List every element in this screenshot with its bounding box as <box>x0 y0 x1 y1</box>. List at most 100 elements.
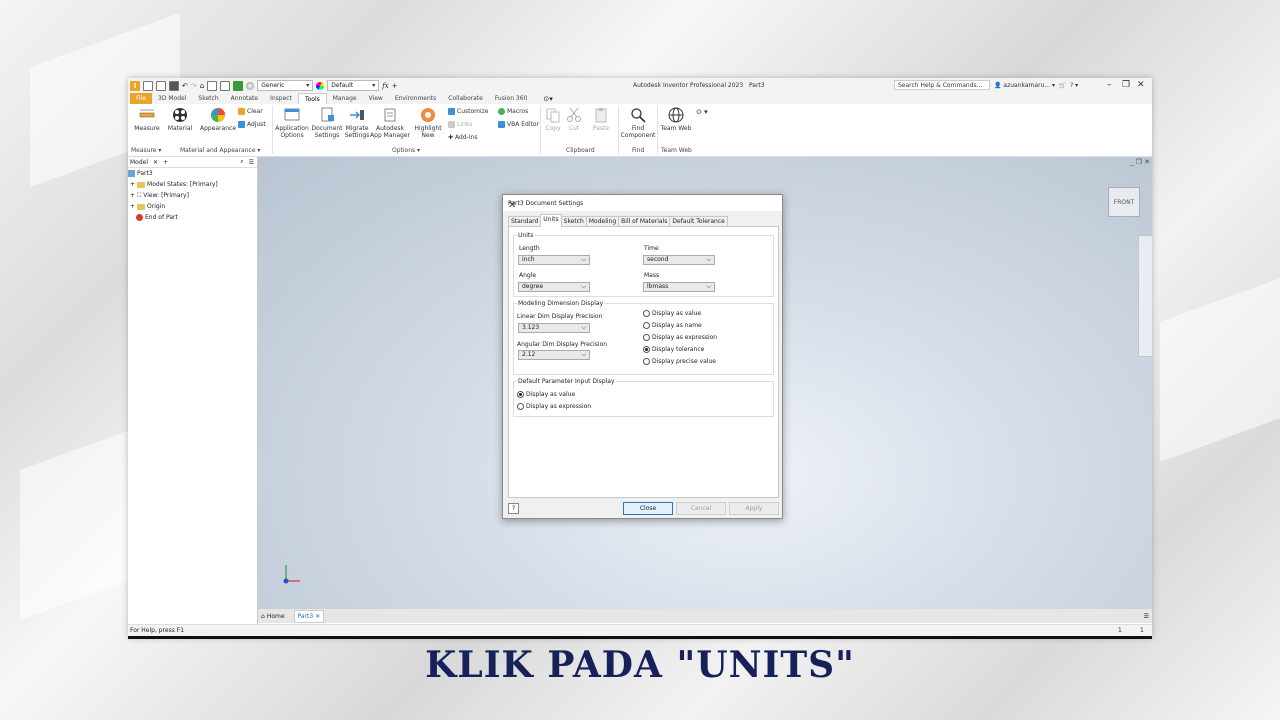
tab-3d-model[interactable]: 3D Model <box>152 93 192 104</box>
panel-options[interactable]: Options ▾ <box>392 147 420 154</box>
customize-button[interactable]: Customize <box>448 108 489 115</box>
divider <box>128 636 1152 639</box>
length-label: Length <box>519 245 540 252</box>
time-select[interactable]: second ⌵ <box>643 255 715 265</box>
app-manager-button[interactable]: Autodesk App Manager <box>370 107 410 139</box>
tree-item-view[interactable]: + ⛶ View: [Primary] <box>128 190 257 201</box>
tab-manage[interactable]: Manage <box>327 93 363 104</box>
navigation-bar[interactable] <box>1138 235 1152 357</box>
linear-precision-select[interactable]: 3.123 ⌵ <box>518 323 590 333</box>
highlight-new-button[interactable]: Highlight New <box>412 107 444 139</box>
search-input[interactable]: Search Help & Commands... <box>894 80 990 90</box>
close-icon[interactable]: ✕ <box>508 200 776 211</box>
panel-measure[interactable]: Measure ▾ <box>131 147 161 154</box>
apply-button[interactable]: Apply <box>729 502 779 515</box>
tab-annotate[interactable]: Annotate <box>225 93 264 104</box>
user-account[interactable]: 👤 azuankamaru... ▾ 🛒 ? ▾ <box>994 82 1078 89</box>
add-ins-button[interactable]: ✚ Add-Ins <box>448 134 478 141</box>
tab-sketch[interactable]: Sketch <box>192 93 224 104</box>
help-button[interactable]: ? <box>508 503 519 514</box>
find-component-button[interactable]: Find Component <box>620 107 656 139</box>
adjust-button[interactable]: Adjust <box>238 121 266 128</box>
radio-display-as-expression[interactable]: Display as expression <box>643 334 717 341</box>
tab-part3[interactable]: Part3 ✕ <box>293 609 325 623</box>
close-icon[interactable]: ✕ <box>153 159 158 166</box>
radio-param-display-as-expression[interactable]: Display as expression <box>517 403 591 410</box>
inventor-logo-icon[interactable]: I <box>130 80 140 91</box>
paste-button[interactable]: Paste <box>590 107 612 132</box>
tab-environments[interactable]: Environments <box>389 93 442 104</box>
tab-collaborate[interactable]: Collaborate <box>442 93 489 104</box>
mass-select[interactable]: lbmass ⌵ <box>643 282 715 292</box>
new-file-icon[interactable] <box>143 80 153 91</box>
undo-icon[interactable]: ↶ <box>182 82 188 90</box>
select-icon[interactable] <box>207 80 218 91</box>
add-tab-icon[interactable]: + <box>163 159 168 166</box>
panel-material-appearance[interactable]: Material and Appearance ▾ <box>180 147 260 154</box>
expand-icon[interactable]: + <box>130 179 135 190</box>
tree-item-origin[interactable]: + Origin <box>128 201 257 212</box>
menu-icon[interactable]: ☰ <box>1144 613 1149 620</box>
tab-units[interactable]: Units <box>540 214 562 227</box>
ribbon-options-icon[interactable]: ⊙▾ <box>543 95 552 103</box>
restore-button[interactable]: ❐ <box>1122 80 1130 90</box>
material-button[interactable]: Material <box>166 107 194 132</box>
tree-item-end-of-part[interactable]: End of Part <box>128 212 257 223</box>
team-web-button[interactable]: Team Web <box>659 107 693 132</box>
color-wheel-icon <box>316 81 325 90</box>
tab-home[interactable]: ⌂ Home <box>258 611 288 622</box>
ribbon-extra-icon[interactable]: ⊙ ▾ <box>696 108 708 116</box>
ribbon-tabs: File 3D Model Sketch Annotate Inspect To… <box>128 92 1152 105</box>
close-button[interactable]: Close <box>623 502 673 515</box>
style-combo[interactable]: Default ▾ <box>327 80 380 91</box>
redo-icon[interactable]: ↷ <box>191 82 197 90</box>
copy-button[interactable]: Copy <box>542 107 564 132</box>
browser-tab-model[interactable]: Model <box>130 159 148 166</box>
view-cube[interactable]: FRONT <box>1108 187 1140 217</box>
radio-display-precise-value[interactable]: Display precise value <box>643 358 716 365</box>
radio-display-tolerance[interactable]: Display tolerance <box>643 346 704 353</box>
fx-icon[interactable]: fx <box>382 82 389 90</box>
menu-icon[interactable]: ☰ <box>249 159 254 166</box>
radio-param-display-as-value[interactable]: Display as value <box>517 391 575 398</box>
save-icon[interactable] <box>169 80 179 91</box>
tab-inspect[interactable]: Inspect <box>264 93 298 104</box>
application-options-button[interactable]: Application Options <box>274 107 310 139</box>
radio-display-as-name[interactable]: Display as name <box>643 322 702 329</box>
print-icon[interactable] <box>233 80 244 91</box>
macros-button[interactable]: Macros <box>498 108 528 115</box>
update-icon[interactable] <box>220 80 231 91</box>
length-select[interactable]: inch ⌵ <box>518 255 590 265</box>
close-icon[interactable]: ✕ <box>315 613 320 620</box>
plus-icon[interactable]: + <box>392 82 398 90</box>
expand-icon[interactable]: + <box>130 201 135 212</box>
angle-label: Angle <box>519 272 537 279</box>
minimize-button[interactable]: – <box>1107 80 1112 90</box>
cut-button[interactable]: Cut <box>564 107 584 132</box>
tab-tools[interactable]: Tools <box>297 92 327 105</box>
links-button[interactable]: Links <box>448 121 472 128</box>
document-settings-button[interactable]: Document Settings <box>311 107 343 139</box>
open-file-icon[interactable] <box>156 80 166 91</box>
home-icon[interactable]: ⌂ <box>200 82 204 90</box>
viewport-controls[interactable]: _ ❐ ✕ <box>1130 158 1150 166</box>
tree-item-model-states[interactable]: + Model States: [Primary] <box>128 179 257 190</box>
cancel-button[interactable]: Cancel <box>676 502 726 515</box>
angular-precision-select[interactable]: 2.12 ⌵ <box>518 350 590 360</box>
model-browser: Model ✕ + ⌕ ☰ Part3 + Model States: [Prim… <box>128 157 258 624</box>
appearance-combo[interactable]: Generic ▾ <box>257 80 314 91</box>
tab-view[interactable]: View <box>363 93 389 104</box>
expand-icon[interactable]: + <box>130 190 135 201</box>
clear-button[interactable]: Clear <box>238 108 263 115</box>
angle-select[interactable]: degree ⌵ <box>518 282 590 292</box>
radio-display-as-value[interactable]: Display as value <box>643 310 701 317</box>
tab-file[interactable]: File <box>130 93 153 104</box>
vba-editor-button[interactable]: VBA Editor <box>498 121 539 128</box>
migrate-settings-button[interactable]: Migrate Settings <box>342 107 372 139</box>
tree-item-part[interactable]: Part3 <box>128 168 257 179</box>
appearance-button[interactable]: Appearance <box>198 107 238 132</box>
search-icon[interactable]: ⌕ <box>240 158 243 166</box>
measure-button[interactable]: Measure <box>133 107 161 132</box>
tab-fusion-360[interactable]: Fusion 360 <box>489 93 534 104</box>
close-window-button[interactable]: ✕ <box>1137 80 1145 90</box>
